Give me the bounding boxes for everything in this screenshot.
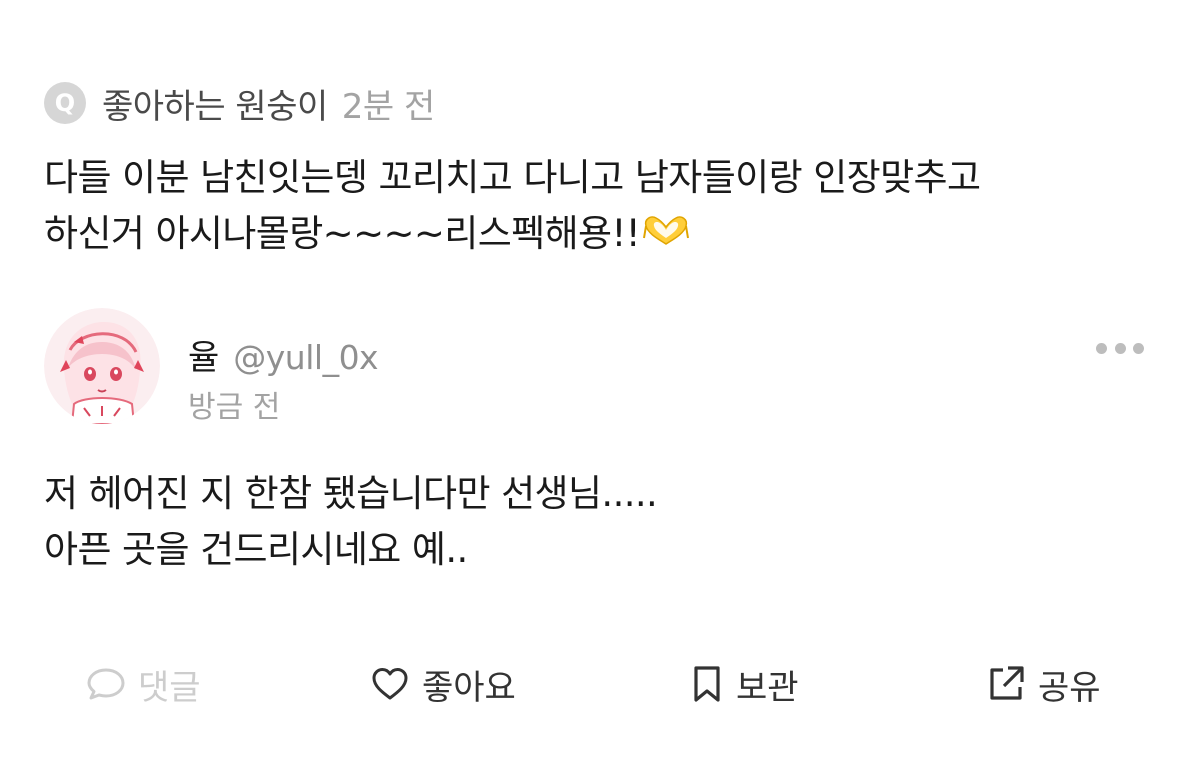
share-label: 공유 — [1038, 667, 1101, 708]
author-handle[interactable]: @yull_0x — [233, 338, 378, 377]
question-text-line-content: 하신거 아시나몰랑~~~~리스펙해용!! — [44, 212, 641, 255]
like-button[interactable]: 좋아요 — [370, 656, 516, 712]
heart-hands-emoji-icon — [642, 208, 690, 264]
comment-bubble-icon — [86, 666, 126, 702]
post-time: 방금 전 — [188, 390, 281, 425]
question-header: Q 좋아하는 원숭이 2분 전 — [44, 79, 436, 128]
bookmark-icon — [690, 664, 724, 704]
save-label: 보관 — [736, 667, 799, 708]
question-text: 다들 이분 남친잇는뎅 꼬리치고 다니고 남자들이랑 인장맞추고 하신거 아시나… — [44, 150, 1164, 264]
avatar[interactable] — [44, 308, 160, 424]
like-label: 좋아요 — [422, 667, 516, 708]
asker-name[interactable]: 좋아하는 원숭이 — [102, 79, 328, 128]
comment-label: 댓글 — [138, 667, 201, 708]
question-badge: Q — [44, 82, 86, 124]
share-button[interactable]: 공유 — [986, 656, 1101, 712]
more-options-button[interactable] — [1096, 336, 1144, 360]
author-name[interactable]: 율 — [188, 330, 219, 379]
answer-text-line: 아픈 곳을 건드리시네요 예.. — [44, 528, 468, 571]
comment-button[interactable]: 댓글 — [86, 656, 201, 712]
more-dots-icon — [1096, 342, 1107, 354]
question-text-line: 하신거 아시나몰랑~~~~리스펙해용!! — [44, 206, 1164, 264]
heart-outline-icon — [370, 666, 410, 702]
answer-text: 저 헤어진 지 한참 됐습니다만 선생님..... 아픈 곳을 건드리시네요 예… — [44, 466, 1164, 578]
question-text-line: 다들 이분 남친잇는뎅 꼬리치고 다니고 남자들이랑 인장맞추고 — [44, 156, 981, 199]
more-dots-icon — [1114, 342, 1126, 354]
action-bar: 댓글 좋아요 보관 공유 — [0, 656, 1200, 712]
more-dots-icon — [1133, 342, 1144, 354]
question-time: 2분 전 — [341, 86, 436, 127]
save-button[interactable]: 보관 — [690, 656, 799, 712]
author-line: 율 @yull_0x — [188, 330, 379, 379]
answer-text-line: 저 헤어진 지 한참 됐습니다만 선생님..... — [44, 472, 658, 515]
anime-girl-avatar-icon — [44, 308, 160, 424]
share-external-icon — [986, 664, 1026, 704]
